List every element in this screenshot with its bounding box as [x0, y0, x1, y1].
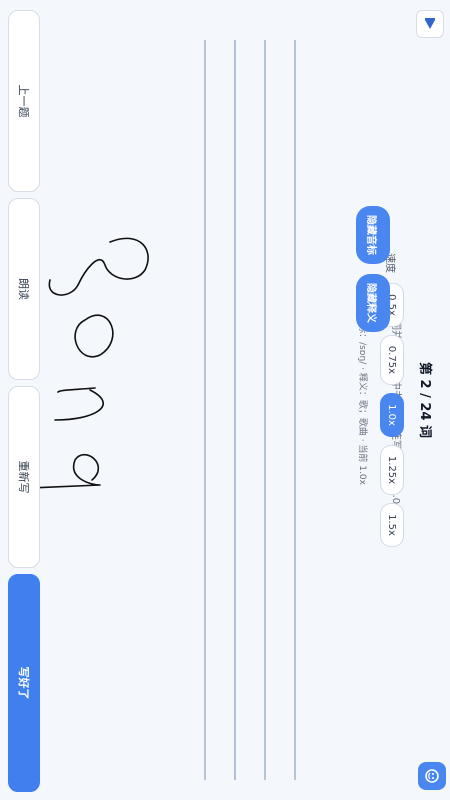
stroke-g: [10, 453, 101, 489]
stroke-n: [54, 387, 104, 421]
speed-option-1.5x[interactable]: 1.5x: [380, 503, 404, 547]
hide-phonetic-toggle[interactable]: 隐藏音标: [356, 206, 390, 264]
prev-button[interactable]: 上一题: [8, 10, 40, 192]
replay-button[interactable]: 朗读: [8, 198, 40, 380]
bottom-actions: 上一题 朗读 重新写 写好了: [0, 0, 40, 800]
speed-option-0.75x[interactable]: 0.75x: [380, 334, 404, 386]
stroke-s: [48, 237, 149, 296]
speed-controls: 速度 0.5x 0.75x 1.0x 1.25x 1.5x: [380, 0, 404, 800]
done-button[interactable]: 写好了: [8, 574, 40, 792]
handwriting-dictation-app: 第 2 / 24 词 请听单词并在四线格中书写（可连写），当前 1.0x 速度 …: [0, 0, 450, 800]
handwriting-strokes: [10, 237, 149, 489]
hide-meaning-toggle[interactable]: 隐藏释义: [356, 274, 390, 332]
word-info: 音标：/sɒŋ/ · 释义：歌；歌曲 · 当前 1.0x: [357, 315, 367, 485]
progress-text: 第 2 / 24 词: [417, 362, 432, 438]
grid-svg: [10, 40, 296, 780]
rewrite-button[interactable]: 重新写: [8, 386, 40, 568]
speed-option-1.0x[interactable]: 1.0x: [380, 393, 404, 437]
four-line-writing-grid[interactable]: [10, 40, 340, 780]
stroke-o: [74, 314, 114, 358]
speed-option-1.25x[interactable]: 1.25x: [380, 444, 404, 496]
